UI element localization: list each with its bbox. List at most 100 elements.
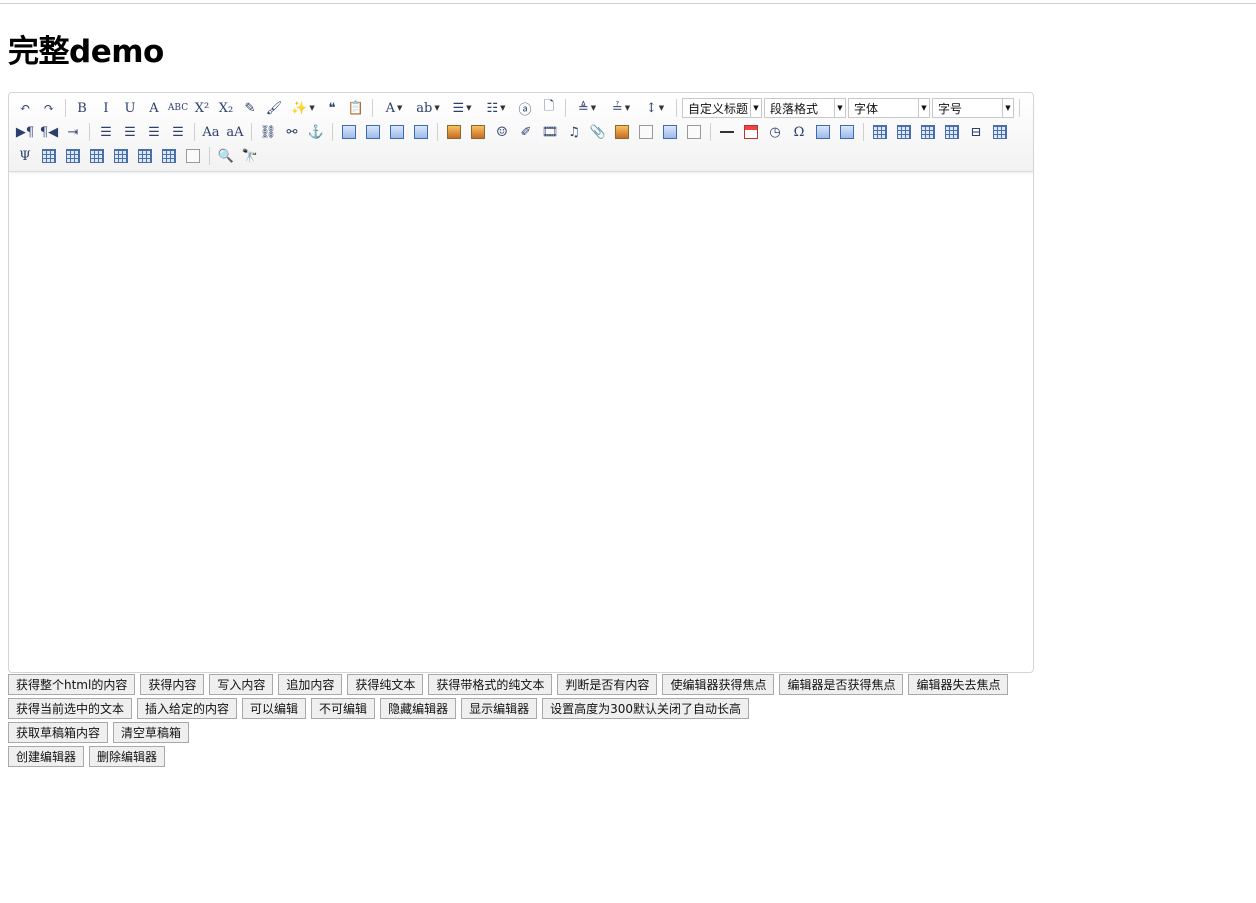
font-color-icon[interactable]: A ▼ bbox=[379, 98, 409, 118]
strikethrough-icon[interactable]: ABC bbox=[168, 98, 188, 118]
link-icon[interactable]: ⛓ bbox=[258, 122, 278, 142]
undo-icon[interactable]: ↶ bbox=[15, 98, 35, 118]
action-button-1-8[interactable]: 使编辑器获得焦点 bbox=[662, 674, 775, 695]
print-preview-icon[interactable]: 🔍 bbox=[216, 146, 236, 166]
justify-center-icon[interactable]: ☰ bbox=[120, 122, 140, 142]
action-button-2-7[interactable]: 设置高度为300默认关闭了自动长高 bbox=[542, 698, 749, 719]
delete-col-icon[interactable]: Ψ bbox=[15, 146, 35, 166]
action-button-4-1[interactable]: 创建编辑器 bbox=[8, 746, 85, 767]
delete-row-icon[interactable]: ⊟ bbox=[966, 122, 986, 142]
delete-table-icon[interactable] bbox=[894, 122, 914, 142]
action-button-1-3[interactable]: 写入内容 bbox=[209, 674, 274, 695]
insert-table-icon[interactable] bbox=[870, 122, 890, 142]
action-button-1-10[interactable]: 编辑器失去焦点 bbox=[908, 674, 1009, 695]
chevron-down-icon[interactable]: ▼ bbox=[834, 99, 845, 117]
direction-ltr-icon[interactable]: ▶¶ bbox=[15, 122, 35, 142]
blockquote-icon[interactable]: ❝ bbox=[322, 98, 342, 118]
image-right-icon[interactable] bbox=[387, 122, 407, 142]
superscript-icon[interactable]: X² bbox=[192, 98, 212, 118]
italic-icon[interactable]: I bbox=[96, 98, 116, 118]
paragraph-dropdown[interactable]: 段落格式 ▼ bbox=[764, 98, 846, 118]
action-button-3-2[interactable]: 清空草稿箱 bbox=[113, 722, 190, 743]
bold-icon[interactable]: B bbox=[72, 98, 92, 118]
redo-icon[interactable]: ↷ bbox=[39, 98, 59, 118]
select-all-icon[interactable]: ⓐ bbox=[515, 98, 535, 118]
insert-row-icon[interactable] bbox=[942, 122, 962, 142]
chevron-down-icon[interactable]: ▼ bbox=[918, 99, 929, 117]
action-button-1-9[interactable]: 编辑器是否获得焦点 bbox=[779, 674, 904, 695]
action-button-1-7[interactable]: 判断是否有内容 bbox=[557, 674, 658, 695]
insert-col-icon[interactable] bbox=[990, 122, 1010, 142]
image-none-icon[interactable] bbox=[339, 122, 359, 142]
map-icon[interactable] bbox=[612, 122, 632, 142]
action-button-2-2[interactable]: 插入给定的内容 bbox=[137, 698, 238, 719]
chevron-down-icon[interactable]: ▼ bbox=[750, 99, 761, 117]
action-button-1-6[interactable]: 获得带格式的纯文本 bbox=[428, 674, 553, 695]
snapscreen-icon[interactable] bbox=[813, 122, 833, 142]
attachment-icon[interactable]: 📎 bbox=[588, 122, 608, 142]
action-button-4-2[interactable]: 删除编辑器 bbox=[89, 746, 166, 767]
action-button-1-5[interactable]: 获得纯文本 bbox=[347, 674, 424, 695]
action-button-1-4[interactable]: 追加内容 bbox=[278, 674, 343, 695]
eraser-icon[interactable]: ✎ bbox=[240, 98, 260, 118]
chevron-down-icon[interactable]: ▼ bbox=[1002, 99, 1013, 117]
split-to-rows-icon[interactable] bbox=[135, 146, 155, 166]
action-button-2-4[interactable]: 不可编辑 bbox=[311, 698, 376, 719]
editor-content-area[interactable] bbox=[9, 172, 1033, 672]
row-spacing-bottom-icon[interactable]: ≟ ▼ bbox=[606, 98, 636, 118]
custom-title-dropdown[interactable]: 自定义标题 ▼ bbox=[682, 98, 762, 118]
justify-full-icon[interactable]: ☰ bbox=[168, 122, 188, 142]
insert-paragraph-before-table-icon[interactable] bbox=[918, 122, 938, 142]
ordered-list-icon[interactable]: ☰ ▼ bbox=[447, 98, 477, 118]
format-brush-icon[interactable]: 🖌 bbox=[264, 98, 284, 118]
merge-down-icon[interactable] bbox=[87, 146, 107, 166]
date-icon[interactable] bbox=[741, 122, 761, 142]
auto-typeset-icon[interactable]: ✨ ▼ bbox=[288, 98, 318, 118]
unlink-icon[interactable]: ⚯ bbox=[282, 122, 302, 142]
split-to-cols-icon[interactable] bbox=[159, 146, 179, 166]
highlight-color-icon[interactable]: ab ▼ bbox=[413, 98, 443, 118]
indent-icon[interactable]: ⇥ bbox=[63, 122, 83, 142]
image-left-icon[interactable] bbox=[363, 122, 383, 142]
chart-icon[interactable] bbox=[183, 146, 203, 166]
action-button-1-2[interactable]: 获得内容 bbox=[140, 674, 205, 695]
touppercase-icon[interactable]: Aa bbox=[201, 122, 221, 142]
action-button-2-5[interactable]: 隐藏编辑器 bbox=[380, 698, 457, 719]
simple-upload-icon[interactable] bbox=[444, 122, 464, 142]
horizontal-rule-icon[interactable] bbox=[717, 122, 737, 142]
font-family-dropdown[interactable]: 字体 ▼ bbox=[848, 98, 930, 118]
justify-right-icon[interactable]: ☰ bbox=[144, 122, 164, 142]
merge-cells-icon[interactable] bbox=[39, 146, 59, 166]
paste-plain-icon[interactable]: 📋 bbox=[346, 98, 366, 118]
scrawl-icon[interactable]: ✐ bbox=[516, 122, 536, 142]
music-icon[interactable]: ♫ bbox=[564, 122, 584, 142]
tolowercase-icon[interactable]: aA bbox=[225, 122, 245, 142]
special-chars-icon[interactable]: Ω bbox=[789, 122, 809, 142]
font-size-dropdown[interactable]: 字号 ▼ bbox=[932, 98, 1014, 118]
row-spacing-top-icon[interactable]: ≜ ▼ bbox=[572, 98, 602, 118]
insert-image-icon[interactable] bbox=[468, 122, 488, 142]
webapp-icon[interactable] bbox=[684, 122, 704, 142]
image-center-icon[interactable] bbox=[411, 122, 431, 142]
insert-frame-icon[interactable] bbox=[636, 122, 656, 142]
action-button-1-1[interactable]: 获得整个html的内容 bbox=[8, 674, 136, 695]
subscript-icon[interactable]: X₂ bbox=[216, 98, 236, 118]
font-border-icon[interactable]: A bbox=[144, 98, 164, 118]
underline-icon[interactable]: U bbox=[120, 98, 140, 118]
action-button-2-6[interactable]: 显示编辑器 bbox=[461, 698, 538, 719]
action-button-3-1[interactable]: 获取草稿箱内容 bbox=[8, 722, 109, 743]
unordered-list-icon[interactable]: ☷ ▼ bbox=[481, 98, 511, 118]
anchor-icon[interactable]: ⚓ bbox=[306, 122, 326, 142]
merge-right-icon[interactable] bbox=[63, 146, 83, 166]
search-replace-icon[interactable]: 🔭 bbox=[240, 146, 260, 166]
direction-rtl-icon[interactable]: ¶◀ bbox=[39, 122, 59, 142]
action-button-2-1[interactable]: 获得当前选中的文本 bbox=[8, 698, 133, 719]
action-button-2-3[interactable]: 可以编辑 bbox=[242, 698, 307, 719]
split-to-cells-icon[interactable] bbox=[111, 146, 131, 166]
time-icon[interactable]: ◷ bbox=[765, 122, 785, 142]
line-height-icon[interactable]: ↕ ▼ bbox=[640, 98, 670, 118]
justify-left-icon[interactable]: ☰ bbox=[96, 122, 116, 142]
insert-video-icon[interactable]: 🎞 bbox=[540, 122, 560, 142]
insert-code-icon[interactable] bbox=[660, 122, 680, 142]
clear-doc-icon[interactable]: 🗋 bbox=[539, 98, 559, 118]
